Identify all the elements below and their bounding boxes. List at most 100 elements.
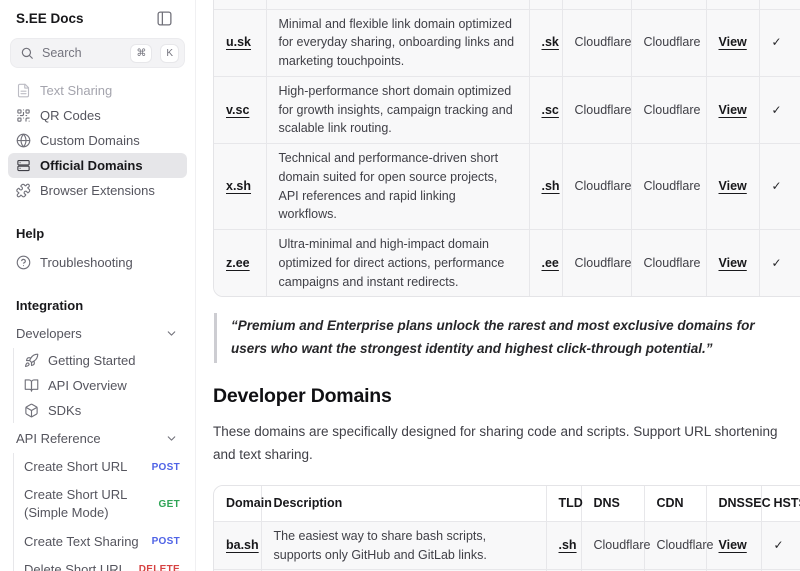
domain-link[interactable]: z.ee bbox=[226, 256, 250, 270]
chevron-down-icon bbox=[165, 327, 178, 340]
tld-link[interactable]: .sh bbox=[542, 179, 560, 193]
sidebar-item-label: Create Short URL (Simple Mode) bbox=[24, 486, 151, 522]
kbd-cmd-key: ⌘ bbox=[130, 44, 152, 63]
sidebar-item-label: Create Short URL bbox=[24, 458, 144, 476]
dns-value: Cloudflare bbox=[562, 76, 631, 143]
domain-link[interactable]: v.sc bbox=[226, 103, 249, 117]
domain-link[interactable]: x.sh bbox=[226, 179, 251, 193]
domain-description: The easiest way to share bash scripts, s… bbox=[261, 521, 546, 570]
sidebar-item-qr-codes[interactable]: QR Codes bbox=[8, 103, 187, 128]
table-row-partial bbox=[214, 0, 800, 9]
sidebar-group-api-reference[interactable]: API Reference bbox=[0, 427, 195, 450]
sidebar-item-label: Troubleshooting bbox=[40, 255, 133, 270]
search-icon bbox=[20, 46, 34, 60]
app-window: S.EE Docs Search ⌘ K Text Sharing bbox=[0, 0, 800, 571]
domain-description: Technical and performance-driven short d… bbox=[266, 144, 529, 230]
sidebar-item-browser-extensions[interactable]: Browser Extensions bbox=[8, 178, 187, 203]
sidebar-item-label: Custom Domains bbox=[40, 133, 140, 148]
sidebar-item-official-domains[interactable]: Official Domains bbox=[8, 153, 187, 178]
tld-link[interactable]: .sk bbox=[542, 35, 559, 49]
sidebar-item-label: Text Sharing bbox=[40, 83, 112, 98]
sidebar-item-api-overview[interactable]: API Overview bbox=[22, 373, 182, 398]
box-icon bbox=[24, 403, 39, 418]
col-header-description: Description bbox=[261, 486, 546, 521]
dns-value: Cloudflare bbox=[562, 230, 631, 297]
chevron-down-icon bbox=[165, 432, 178, 445]
main-content: u.sk Minimal and flexible link domain op… bbox=[196, 0, 800, 571]
cdn-value: Cloudflare bbox=[631, 9, 706, 76]
group-label: Developers bbox=[16, 326, 82, 341]
table-row: x.sh Technical and performance-driven sh… bbox=[214, 144, 800, 230]
sidebar-item-label: Browser Extensions bbox=[40, 183, 155, 198]
method-badge: POST bbox=[152, 536, 180, 547]
sidebar-nav: Text Sharing QR Codes Custom Domains Off… bbox=[0, 70, 195, 203]
domain-link[interactable]: ba.sh bbox=[226, 538, 259, 552]
tld-link[interactable]: .sh bbox=[559, 538, 577, 552]
col-header-dns: DNS bbox=[581, 486, 644, 521]
dnssec-view-link[interactable]: View bbox=[719, 538, 747, 552]
sidebar-item-custom-domains[interactable]: Custom Domains bbox=[8, 128, 187, 153]
sidebar-header: S.EE Docs bbox=[0, 6, 195, 27]
cdn-value: Cloudflare bbox=[631, 76, 706, 143]
hsts-checkmark: ✓ bbox=[772, 256, 782, 270]
table-row: u.sk Minimal and flexible link domain op… bbox=[214, 9, 800, 76]
dnssec-view-link[interactable]: View bbox=[719, 103, 747, 117]
stack-icon bbox=[16, 158, 31, 173]
sidebar-item-label: SDKs bbox=[48, 403, 81, 418]
dns-value: Cloudflare bbox=[562, 144, 631, 230]
premium-quote: “Premium and Enterprise plans unlock the… bbox=[214, 313, 786, 363]
sidebar-item-label: Delete Short URL bbox=[24, 561, 131, 571]
hsts-checkmark: ✓ bbox=[772, 179, 782, 193]
sidebar-item-label: Getting Started bbox=[48, 353, 135, 368]
col-header-cdn: CDN bbox=[644, 486, 706, 521]
puzzle-icon bbox=[16, 183, 31, 198]
dnssec-view-link[interactable]: View bbox=[719, 35, 747, 49]
sidebar-item-label: Create Text Sharing bbox=[24, 533, 144, 551]
sidebar: S.EE Docs Search ⌘ K Text Sharing bbox=[0, 0, 196, 571]
help-nav: Troubleshooting bbox=[0, 250, 195, 275]
hsts-checkmark: ✓ bbox=[772, 103, 782, 117]
dns-value: Cloudflare bbox=[581, 521, 644, 570]
tld-link[interactable]: .ee bbox=[542, 256, 559, 270]
qr-code-icon bbox=[16, 108, 31, 123]
search-input[interactable]: Search ⌘ K bbox=[10, 38, 185, 68]
method-badge: GET bbox=[159, 499, 180, 510]
sidebar-item-create-text-sharing[interactable]: Create Text Sharing POST bbox=[22, 528, 182, 556]
col-header-tld: TLD bbox=[546, 486, 581, 521]
cdn-value: Cloudflare bbox=[644, 521, 706, 570]
sidebar-item-delete-short-url[interactable]: Delete Short URL DELETE bbox=[22, 556, 182, 571]
tld-link[interactable]: .sc bbox=[542, 103, 559, 117]
sidebar-item-label: Official Domains bbox=[40, 158, 143, 173]
api-reference-sublist: Create Short URL POST Create Short URL (… bbox=[13, 453, 195, 571]
developers-sublist: Getting Started API Overview SDKs bbox=[13, 348, 195, 423]
kbd-k-key: K bbox=[160, 44, 179, 63]
rocket-icon bbox=[24, 353, 39, 368]
sidebar-item-sdks[interactable]: SDKs bbox=[22, 398, 182, 423]
sidebar-group-developers[interactable]: Developers bbox=[0, 322, 195, 345]
sidebar-item-troubleshooting[interactable]: Troubleshooting bbox=[8, 250, 187, 275]
domain-link[interactable]: u.sk bbox=[226, 35, 251, 49]
method-badge: DELETE bbox=[139, 564, 180, 571]
cdn-value: Cloudflare bbox=[631, 144, 706, 230]
sidebar-item-create-short-url[interactable]: Create Short URL POST bbox=[22, 453, 182, 481]
domain-description: High-performance short domain optimized … bbox=[266, 76, 529, 143]
sidebar-item-create-short-url-simple[interactable]: Create Short URL (Simple Mode) GET bbox=[22, 481, 182, 527]
dns-value: Cloudflare bbox=[562, 9, 631, 76]
table-row: v.sc High-performance short domain optim… bbox=[214, 76, 800, 143]
globe-icon bbox=[16, 133, 31, 148]
sidebar-toggle-icon[interactable] bbox=[156, 10, 173, 27]
sidebar-item-label: QR Codes bbox=[40, 108, 101, 123]
sidebar-item-getting-started[interactable]: Getting Started bbox=[22, 348, 182, 373]
table-row: z.ee Ultra-minimal and high-impact domai… bbox=[214, 230, 800, 297]
col-header-dnssec: DNSSEC bbox=[706, 486, 761, 521]
sidebar-item-text-sharing[interactable]: Text Sharing bbox=[8, 78, 187, 103]
domain-description: Minimal and flexible link domain optimiz… bbox=[266, 9, 529, 76]
domain-description: Ultra-minimal and high-impact domain opt… bbox=[266, 230, 529, 297]
section-heading-integration: Integration bbox=[0, 298, 195, 313]
section-heading-help: Help bbox=[0, 226, 195, 241]
dnssec-view-link[interactable]: View bbox=[719, 256, 747, 270]
dnssec-view-link[interactable]: View bbox=[719, 179, 747, 193]
app-title: S.EE Docs bbox=[16, 11, 84, 26]
developer-domains-intro: These domains are specifically designed … bbox=[213, 421, 795, 467]
page-section-title: Developer Domains bbox=[213, 385, 800, 408]
